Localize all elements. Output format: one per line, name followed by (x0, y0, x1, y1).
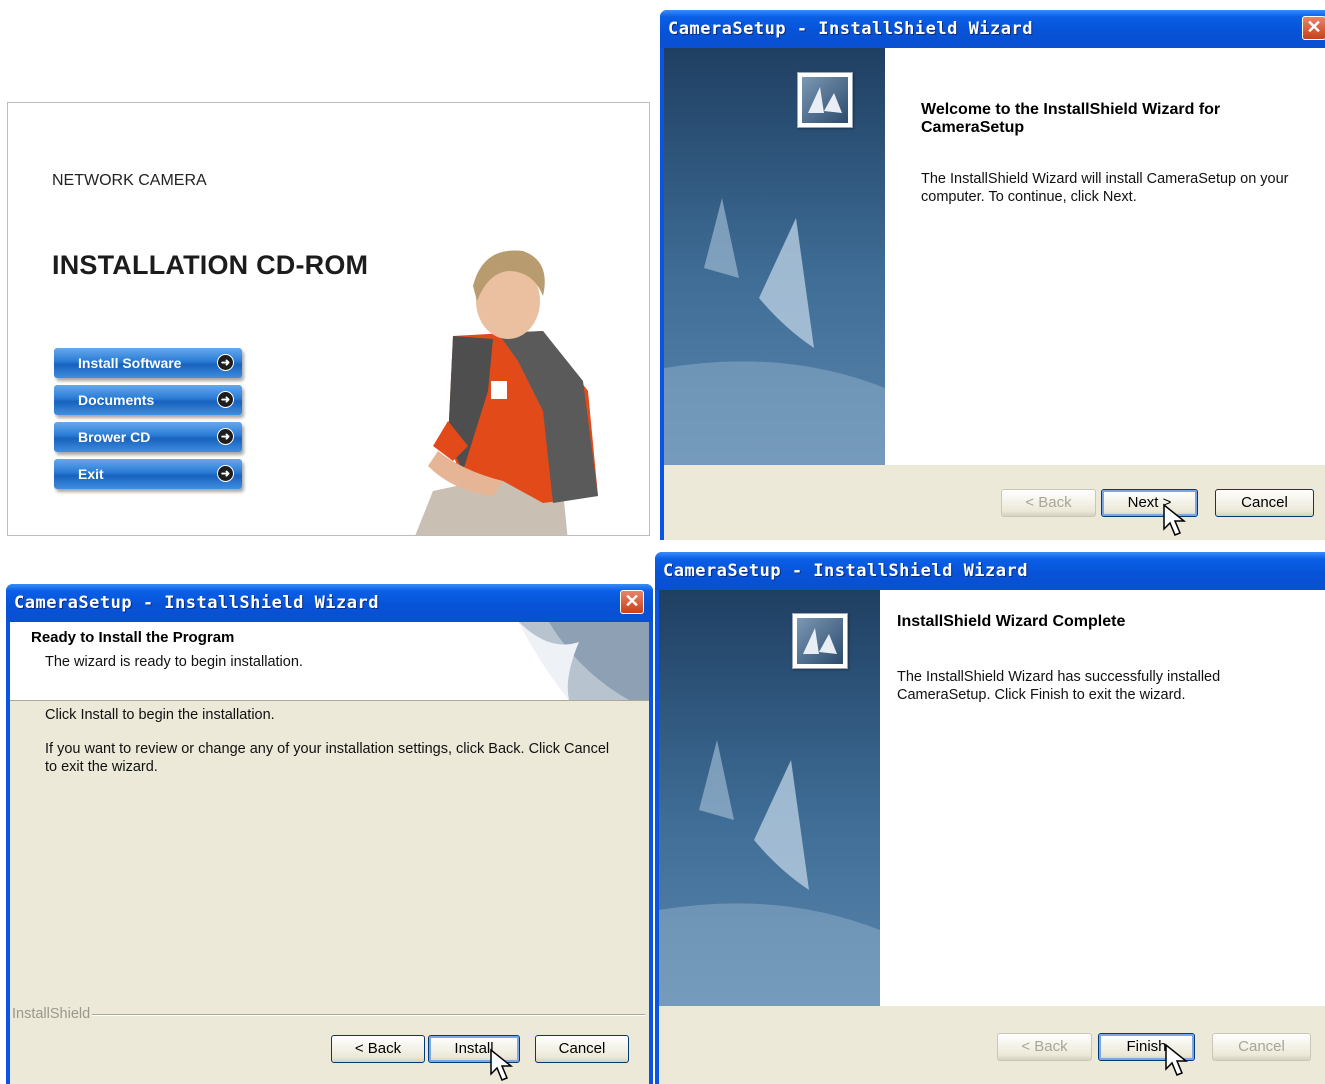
install-software-label: Install Software (78, 355, 182, 371)
titlebar: CameraSetup - InstallShield Wizard (655, 552, 1325, 590)
next-button[interactable]: Next > (1101, 489, 1198, 517)
back-button[interactable]: < Back (997, 1033, 1092, 1061)
cancel-button[interactable]: Cancel (1212, 1033, 1311, 1061)
wizard-client-area: InstallShield Wizard Complete The Instal… (659, 590, 1325, 1084)
documents-button[interactable]: Documents ➜ (54, 385, 242, 415)
arrow-right-icon: ➜ (217, 354, 234, 371)
titlebar: CameraSetup - InstallShield Wizard ✕ (6, 584, 653, 622)
brower-cd-label: Brower CD (78, 429, 151, 445)
welcome-wizard-window: CameraSetup - InstallShield Wizard ✕ Wel… (660, 10, 1325, 540)
wizard-client-area: Ready to Install the Program The wizard … (10, 622, 649, 1084)
ready-heading: Ready to Install the Program (31, 629, 235, 646)
ready-line-2: If you want to review or change any of y… (45, 741, 610, 775)
close-icon[interactable]: ✕ (620, 590, 644, 614)
window-title: CameraSetup - InstallShield Wizard (14, 593, 379, 613)
ready-subheading: The wizard is ready to begin installatio… (45, 654, 303, 670)
launcher-subtitle: NETWORK CAMERA (52, 172, 207, 189)
brower-cd-button[interactable]: Brower CD ➜ (54, 422, 242, 452)
wizard-client-area: Welcome to the InstallShield Wizard for … (664, 48, 1325, 540)
close-icon[interactable]: ✕ (1302, 16, 1325, 40)
page-curl-graphic (519, 622, 649, 700)
complete-heading: InstallShield Wizard Complete (897, 613, 1126, 630)
documents-label: Documents (78, 392, 155, 408)
cancel-button[interactable]: Cancel (1215, 489, 1314, 517)
back-button[interactable]: < Back (331, 1035, 425, 1063)
separator (92, 1014, 645, 1016)
welcome-body: The InstallShield Wizard will install Ca… (921, 171, 1289, 205)
titlebar: CameraSetup - InstallShield Wizard ✕ (660, 10, 1325, 48)
exit-button[interactable]: Exit ➜ (54, 459, 242, 489)
installshield-logo-icon (792, 613, 848, 669)
arrow-right-icon: ➜ (217, 428, 234, 445)
arrow-right-icon: ➜ (217, 391, 234, 408)
cancel-button[interactable]: Cancel (535, 1035, 629, 1063)
window-title: CameraSetup - InstallShield Wizard (663, 561, 1028, 581)
ready-wizard-window: CameraSetup - InstallShield Wizard ✕ Rea… (6, 584, 653, 1084)
exit-label: Exit (78, 466, 104, 482)
boy-photo (415, 250, 598, 535)
launcher-title: INSTALLATION CD-ROM (52, 250, 369, 280)
back-button[interactable]: < Back (1001, 489, 1096, 517)
arrow-right-icon: ➜ (217, 465, 234, 482)
complete-wizard-window: CameraSetup - InstallShield Wizard Insta… (655, 552, 1325, 1084)
installshield-logo-icon (797, 72, 853, 128)
window-title: CameraSetup - InstallShield Wizard (668, 19, 1033, 39)
installshield-brand: InstallShield (12, 1006, 91, 1022)
welcome-heading: Welcome to the InstallShield Wizard for … (921, 101, 1221, 136)
cd-launcher-window: NETWORK CAMERA INSTALLATION CD-ROM Insta… (7, 102, 650, 536)
complete-body: The InstallShield Wizard has successfull… (897, 669, 1221, 703)
finish-button[interactable]: Finish (1098, 1033, 1195, 1061)
ready-line-1: Click Install to begin the installation. (45, 707, 275, 723)
install-software-button[interactable]: Install Software ➜ (54, 348, 242, 378)
install-button[interactable]: Install (428, 1035, 520, 1063)
complete-content-pane (880, 590, 1325, 1006)
